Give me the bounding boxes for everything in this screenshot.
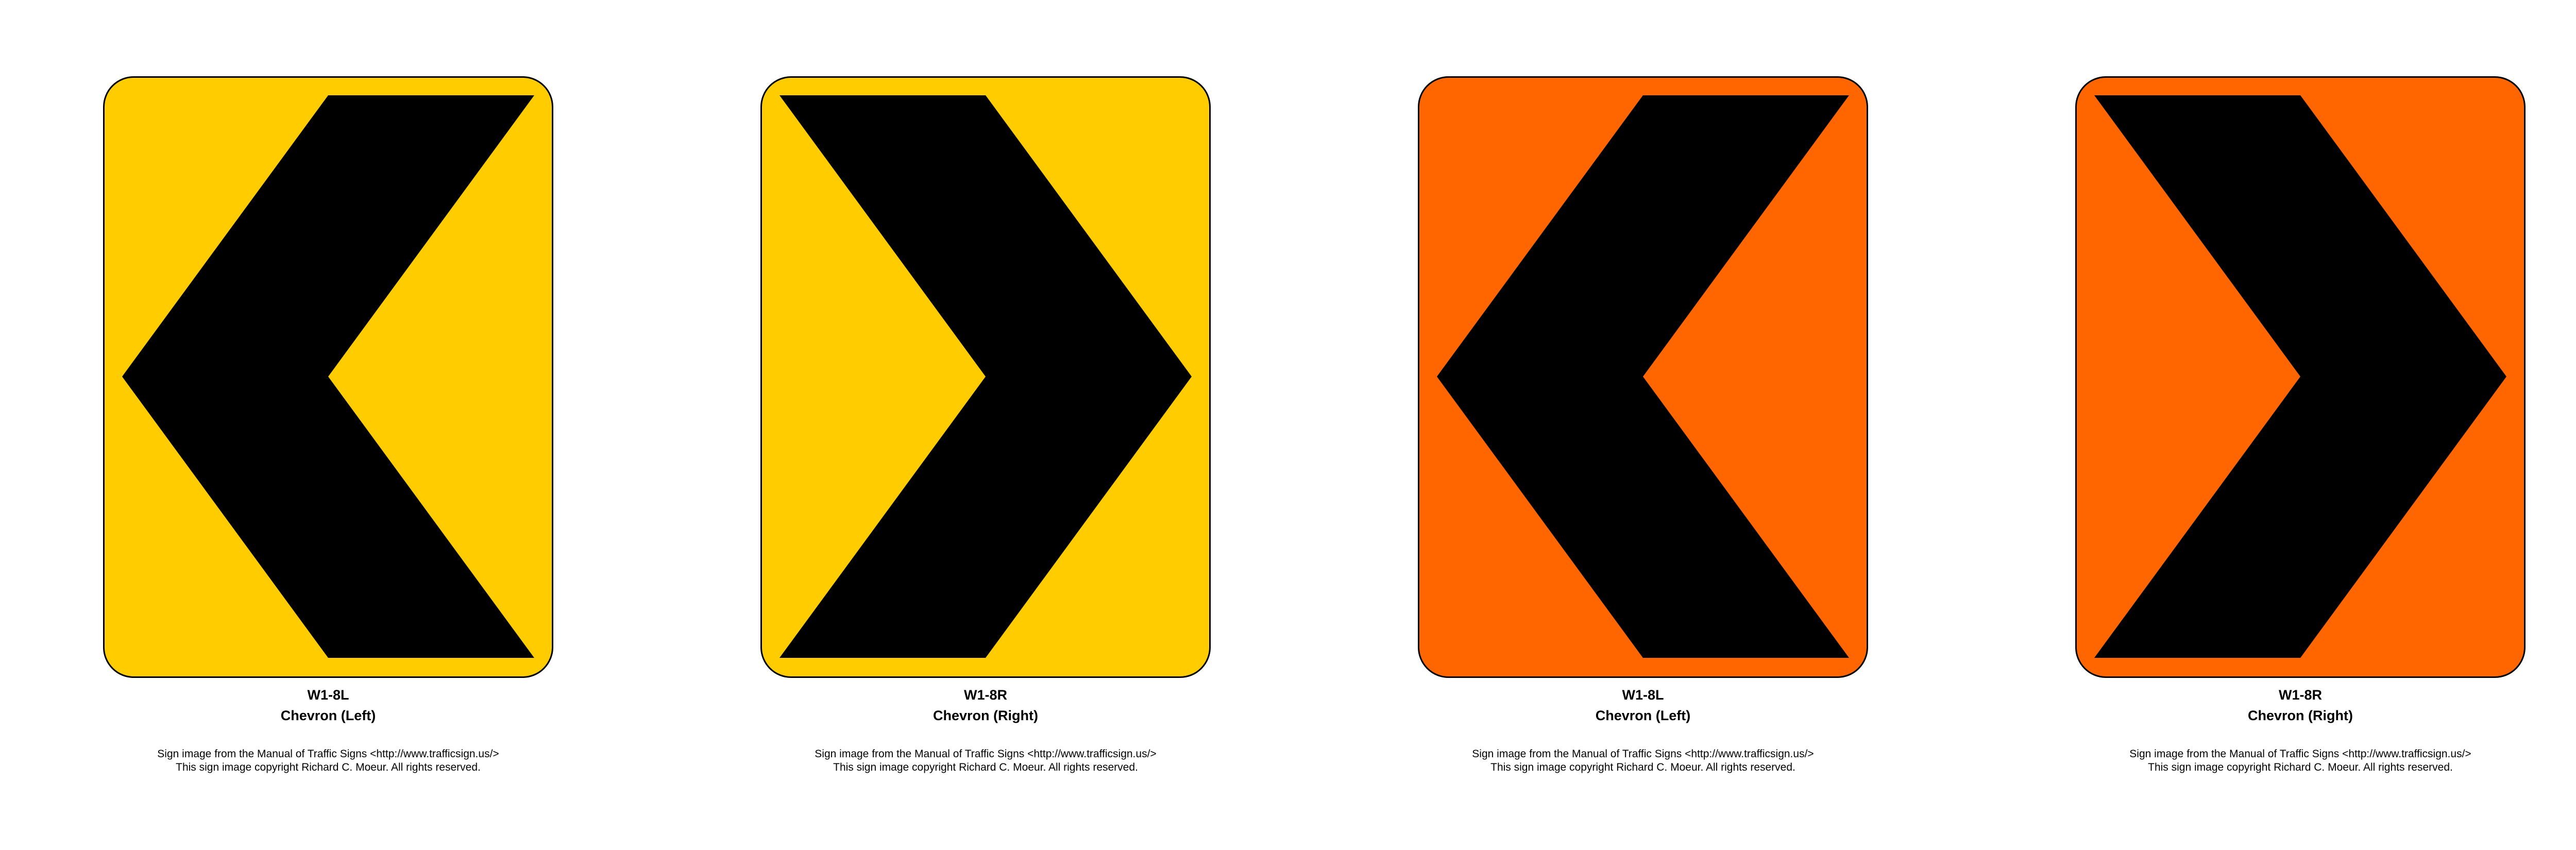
chevron-right-sign-icon bbox=[2075, 76, 2526, 678]
sign-card-w1-8r-yellow: W1-8R Chevron (Right) Sign image from th… bbox=[728, 0, 1243, 850]
chevron-left-sign-icon bbox=[103, 76, 553, 678]
source-credit: Sign image from the Manual of Traffic Si… bbox=[157, 748, 499, 760]
source-credit: Sign image from the Manual of Traffic Si… bbox=[2129, 748, 2471, 760]
sign-code: W1-8L bbox=[307, 687, 349, 703]
copyright-notice: This sign image copyright Richard C. Moe… bbox=[833, 761, 1138, 773]
sign-name: Chevron (Right) bbox=[933, 708, 1038, 723]
chevron-left-sign-icon bbox=[1418, 76, 1868, 678]
source-credit: Sign image from the Manual of Traffic Si… bbox=[815, 748, 1157, 760]
page: { "signs": [ { "code": "W1-8L", "name": … bbox=[0, 0, 2576, 850]
sign-name: Chevron (Right) bbox=[2248, 708, 2353, 723]
sign-name: Chevron (Left) bbox=[280, 708, 376, 723]
sign-code: W1-8R bbox=[2278, 687, 2322, 703]
sign-card-w1-8l-yellow: W1-8L Chevron (Left) Sign image from the… bbox=[71, 0, 586, 850]
copyright-notice: This sign image copyright Richard C. Moe… bbox=[2148, 761, 2453, 773]
chevron-right-sign-icon bbox=[760, 76, 1211, 678]
sign-card-w1-8r-orange: W1-8R Chevron (Right) Sign image from th… bbox=[2043, 0, 2558, 850]
copyright-notice: This sign image copyright Richard C. Moe… bbox=[176, 761, 481, 773]
sign-card-w1-8l-orange: W1-8L Chevron (Left) Sign image from the… bbox=[1385, 0, 1901, 850]
source-credit: Sign image from the Manual of Traffic Si… bbox=[1472, 748, 1814, 760]
sign-name: Chevron (Left) bbox=[1595, 708, 1691, 723]
sign-code: W1-8L bbox=[1622, 687, 1664, 703]
copyright-notice: This sign image copyright Richard C. Moe… bbox=[1490, 761, 1795, 773]
sign-code: W1-8R bbox=[963, 687, 1007, 703]
